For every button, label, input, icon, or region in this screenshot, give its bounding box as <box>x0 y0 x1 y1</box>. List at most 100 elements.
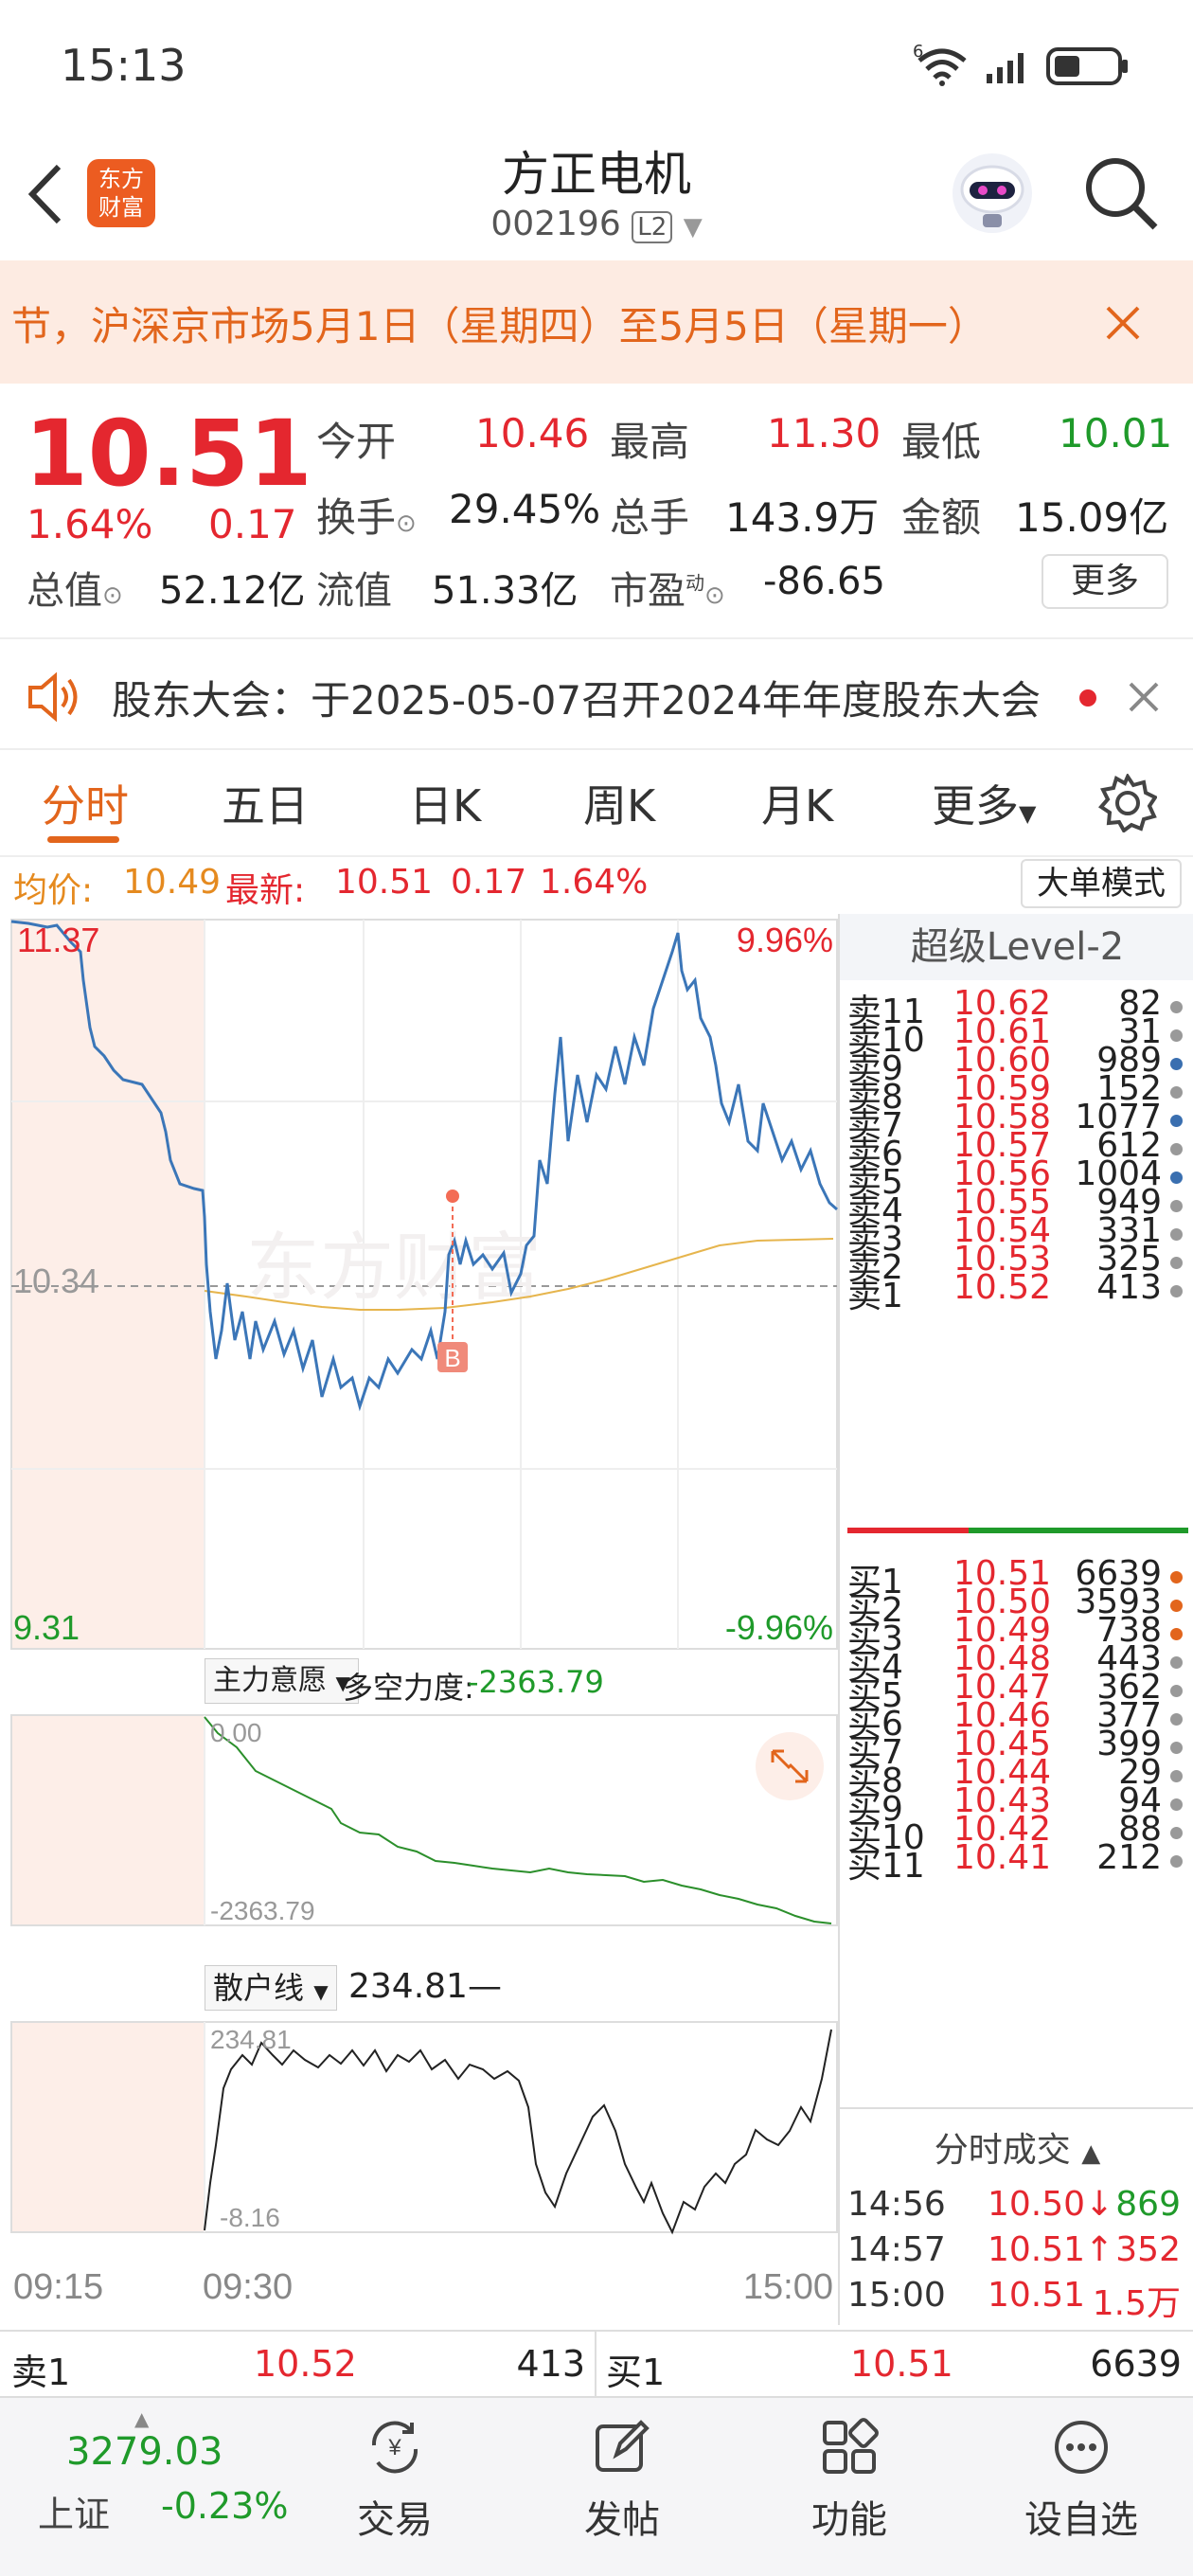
holiday-banner[interactable]: 节，沪深京市场5月1日（星期四）至5月5日（星期一） <box>0 260 1193 384</box>
chart-svg: 东方财富 B 11.37 10.34 9.31 9.96% -9.96% 0.0… <box>10 919 838 2307</box>
trade-icon: ¥ <box>371 2421 418 2474</box>
trade-row: 15:00 10.51 1.5万 <box>847 2276 1188 2325</box>
chevron-up-icon: ▲ <box>134 2407 150 2430</box>
banner-text: 节，沪深京市场5月1日（星期四）至5月5日（星期一） <box>11 303 988 349</box>
trade-price: 10.51↑ <box>988 2230 1114 2269</box>
bids-level: 买11 <box>847 1847 925 1886</box>
ind2-value: 234.81— <box>348 1967 502 2006</box>
close-icon[interactable] <box>1104 304 1142 342</box>
pct-low-label: -9.96% <box>725 1608 833 1647</box>
close-icon[interactable] <box>1127 680 1161 714</box>
asks-price: 10.52 <box>953 1268 1052 1307</box>
tick-trades-panel[interactable]: 分时成交 ▲ 14:56 10.50↓ 869 14:57 10.51↑ 352 15:00… <box>840 2107 1193 2325</box>
open-value: 10.46 <box>475 410 590 456</box>
high-label: 最高 <box>610 419 690 465</box>
indicator1-selector[interactable]: 主力意愿 ▼ <box>205 1658 359 1704</box>
post-button[interactable]: 发帖 <box>551 2417 693 2544</box>
bids-row[interactable]: 买11 10.41 212 <box>847 1838 1188 1887</box>
trade-row: 14:56 10.50↓ 869 <box>847 2185 1188 2234</box>
price-mid-label: 10.34 <box>13 1261 98 1300</box>
pe-value: -86.65 <box>763 560 885 603</box>
price-low-label: 9.31 <box>13 1608 80 1647</box>
force-line <box>204 1716 832 1924</box>
time-label-start: 09:15 <box>13 2267 103 2307</box>
trade-button[interactable]: ¥ 交易 <box>324 2417 466 2544</box>
svg-text:¥: ¥ <box>387 2435 401 2460</box>
indicator2-selector[interactable]: 散户线 ▼ <box>205 1965 337 2011</box>
network-type: 6 <box>913 42 924 62</box>
ind1-label: 多空力度: <box>343 1670 474 1706</box>
index-ticker[interactable]: ▲ 3279.03 上证 -0.23% <box>0 2398 312 2576</box>
active-tab-indicator <box>47 836 119 843</box>
notice-text: 股东大会：于2025-05-07召开2024年年度股东大会 <box>112 677 1041 724</box>
index-name: 上证 <box>38 2494 111 2535</box>
turnover-label[interactable]: 换手⊙ <box>316 486 417 544</box>
last-value: 10.51 <box>335 863 434 902</box>
order-dot <box>1170 1855 1183 1868</box>
ind1-bottom-label: -2363.79 <box>210 1896 315 1925</box>
unread-dot <box>1079 689 1096 707</box>
intraday-chart[interactable]: 东方财富 B 11.37 10.34 9.31 9.96% -9.96% 0.0… <box>0 914 838 2325</box>
time-label-open: 09:30 <box>203 2267 293 2307</box>
pe-label[interactable]: 市盈动⊙ <box>610 560 725 615</box>
chevron-down-icon: ▼ <box>1019 800 1037 827</box>
price-change: 0.17 <box>208 501 297 547</box>
low-label: 最低 <box>901 419 982 465</box>
notice-bar[interactable]: 股东大会：于2025-05-07召开2024年年度股东大会 <box>0 644 1193 750</box>
tab-monthly-k[interactable]: 月K <box>761 772 833 834</box>
float-value: 51.33亿 <box>432 569 579 613</box>
best-bid-ask-row: 卖1 10.52 413 买1 10.51 6639 <box>0 2330 1193 2398</box>
big-order-mode-button[interactable]: 大单模式 <box>1021 859 1182 908</box>
volume-label: 总手 <box>610 494 690 541</box>
best-bid-vol: 6639 <box>1090 2343 1182 2385</box>
info-icon: ⊙ <box>704 581 725 610</box>
index-pct: -0.23% <box>161 2485 289 2527</box>
trade-volume: 1.5万 <box>1092 2284 1181 2323</box>
level2-title[interactable]: 超级Level-2 <box>840 914 1193 980</box>
period-tabs: 分时 五日 日K 周K 月K 更多▼ <box>0 753 1193 857</box>
asks-row[interactable]: 卖1 10.52 413 <box>847 1268 1188 1317</box>
watermark: 东方财富 <box>246 1225 542 1309</box>
retail-line <box>204 2029 832 2235</box>
tab-more[interactable]: 更多▼ <box>932 772 1036 834</box>
pct-change: 1.64% <box>27 501 153 547</box>
trade-price: 10.50↓ <box>988 2185 1114 2224</box>
info-icon: ⊙ <box>102 581 123 610</box>
robot-assistant-icon[interactable] <box>949 150 1036 237</box>
float-label: 流值 <box>316 569 392 613</box>
best-ask-label: 卖1 <box>11 2352 71 2393</box>
bids-price: 10.41 <box>953 1838 1052 1877</box>
price-high-label: 11.37 <box>17 921 99 959</box>
tab-daily-k[interactable]: 日K <box>409 772 481 834</box>
gear-icon[interactable] <box>1098 774 1157 832</box>
chevron-up-icon: ▲ <box>1081 2139 1101 2168</box>
nav-bar: 东方 财富 方正电机 002196 L2 ▼ <box>0 133 1193 260</box>
status-bar: 15:13 6 <box>0 0 1193 133</box>
trade-row: 14:57 10.51↑ 352 <box>847 2230 1188 2280</box>
ind1-top-label: 0.00 <box>210 1718 262 1747</box>
trade-volume: 352 <box>1115 2230 1181 2269</box>
chg-value: 0.17 <box>451 863 527 902</box>
bid-strength-bar <box>847 1528 969 1533</box>
mcap-label[interactable]: 总值⊙ <box>27 560 123 615</box>
last-label: 最新: <box>225 871 306 910</box>
pct-value: 1.64% <box>540 863 649 902</box>
function-button[interactable]: 功能 <box>778 2417 920 2544</box>
high-value: 11.30 <box>767 410 881 456</box>
tab-intraday[interactable]: 分时 <box>42 772 129 834</box>
trade-price: 10.51 <box>988 2276 1086 2315</box>
info-icon: ⊙ <box>396 510 417 538</box>
ind2-bottom-label: -8.16 <box>220 2203 280 2232</box>
signal-icon <box>987 53 1024 83</box>
asks-volume: 413 <box>1096 1268 1162 1307</box>
avg-label: 均价: <box>13 871 94 910</box>
tab-five-day[interactable]: 五日 <box>222 772 309 834</box>
level2-badge: L2 <box>632 211 673 243</box>
turnover-value: 29.45% <box>449 486 601 532</box>
ask-strength-bar <box>969 1528 1188 1533</box>
search-icon[interactable] <box>1081 153 1161 233</box>
more-button[interactable]: 更多 <box>1042 554 1168 609</box>
tick-trades-title: 分时成交 ▲ <box>934 2131 1101 2170</box>
tab-weekly-k[interactable]: 周K <box>583 772 655 834</box>
add-watchlist-button[interactable]: 设自选 <box>1006 2417 1157 2544</box>
